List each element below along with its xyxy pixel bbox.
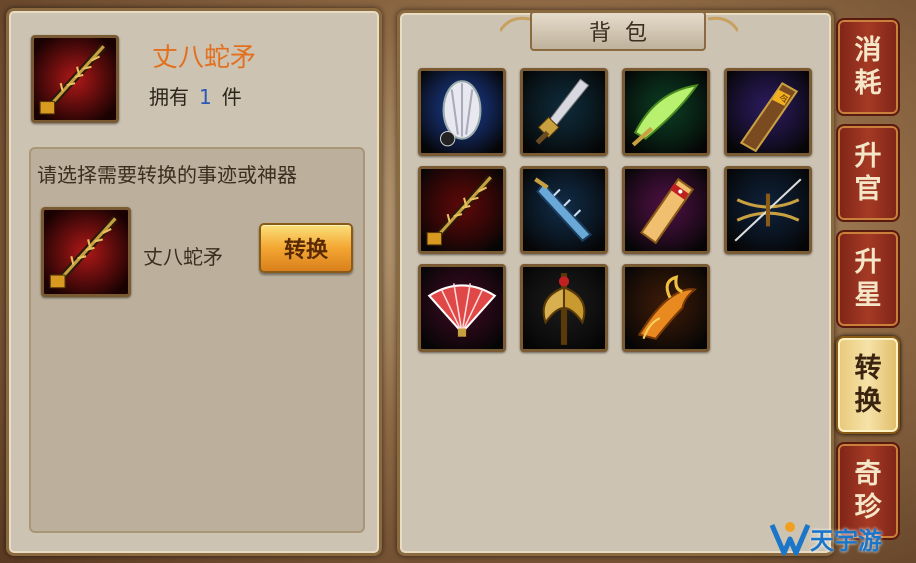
- tab-label-char: 消: [854, 35, 882, 66]
- tab-label-char: 官: [854, 174, 882, 205]
- tab-label-char: 升: [854, 247, 882, 278]
- green-crescent-blade-icon: [625, 71, 707, 153]
- double-crossbow-icon: [727, 169, 809, 251]
- jade-scroll-icon: [625, 169, 707, 251]
- tab-label-char: 升: [854, 141, 882, 172]
- backpack-panel: 背包 令: [397, 10, 834, 556]
- red-folding-fan-icon: [421, 267, 503, 349]
- convert-prompt: 请选择需要转换的事迹或神器: [37, 163, 297, 187]
- backpack-item[interactable]: [520, 264, 608, 352]
- backpack-item[interactable]: [520, 166, 608, 254]
- backpack-item[interactable]: [724, 166, 812, 254]
- owned-label: 拥有: [149, 85, 189, 109]
- svg-text:令: 令: [779, 93, 788, 105]
- tab-label-char: 耗: [854, 68, 882, 99]
- tab-1[interactable]: 升官: [836, 124, 900, 222]
- game-controller-logo-icon: [769, 521, 810, 555]
- convert-target-name: 丈八蛇矛: [143, 245, 223, 269]
- backpack-item[interactable]: [622, 68, 710, 156]
- convert-section: 请选择需要转换的事迹或神器 丈八蛇矛 转换: [29, 147, 365, 533]
- golden-axe-icon: [523, 267, 605, 349]
- tab-label-char: 换: [854, 386, 882, 417]
- serpent-spear-icon: [421, 169, 503, 251]
- backpack-title: 背包: [530, 11, 706, 51]
- backpack-item[interactable]: [418, 166, 506, 254]
- corner-ornament-icon: [500, 16, 530, 32]
- convert-target-slot[interactable]: [41, 207, 131, 297]
- command-token-icon: 令: [727, 71, 809, 153]
- tab-0[interactable]: 消耗: [836, 18, 900, 116]
- backpack-item[interactable]: [418, 68, 506, 156]
- phoenix-icon: [625, 267, 707, 349]
- broadsword-icon: [523, 71, 605, 153]
- owned-count-row: 拥有 1 件: [149, 81, 242, 110]
- halberd-blade-icon: [523, 169, 605, 251]
- serpent-spear-icon: [44, 210, 128, 294]
- owned-count: 1: [199, 85, 212, 109]
- watermark-text: 天宇游: [810, 527, 882, 555]
- tab-3[interactable]: 转换: [836, 336, 900, 434]
- serpent-spear-icon: [34, 38, 116, 120]
- white-feather-fan-icon: [421, 71, 503, 153]
- tab-2[interactable]: 升星: [836, 230, 900, 328]
- selected-item-name: 丈八蛇矛: [152, 43, 257, 73]
- backpack-item[interactable]: [418, 264, 506, 352]
- watermark: 天宇游: [768, 514, 916, 563]
- backpack-item[interactable]: [520, 68, 608, 156]
- backpack-item[interactable]: [622, 264, 710, 352]
- tab-label-char: 奇: [854, 459, 882, 490]
- corner-ornament-icon: [708, 16, 738, 32]
- tab-label-char: 星: [854, 280, 882, 311]
- tab-label-char: 转: [854, 353, 882, 384]
- owned-unit: 件: [221, 85, 242, 109]
- selected-item-icon: [31, 35, 119, 123]
- backpack-item[interactable]: 令: [724, 68, 812, 156]
- item-detail-panel: 丈八蛇矛 拥有 1 件 请选择需要转换的事迹或神器 丈八蛇矛 转换: [6, 8, 382, 556]
- backpack-item[interactable]: [622, 166, 710, 254]
- convert-button[interactable]: 转换: [259, 223, 353, 273]
